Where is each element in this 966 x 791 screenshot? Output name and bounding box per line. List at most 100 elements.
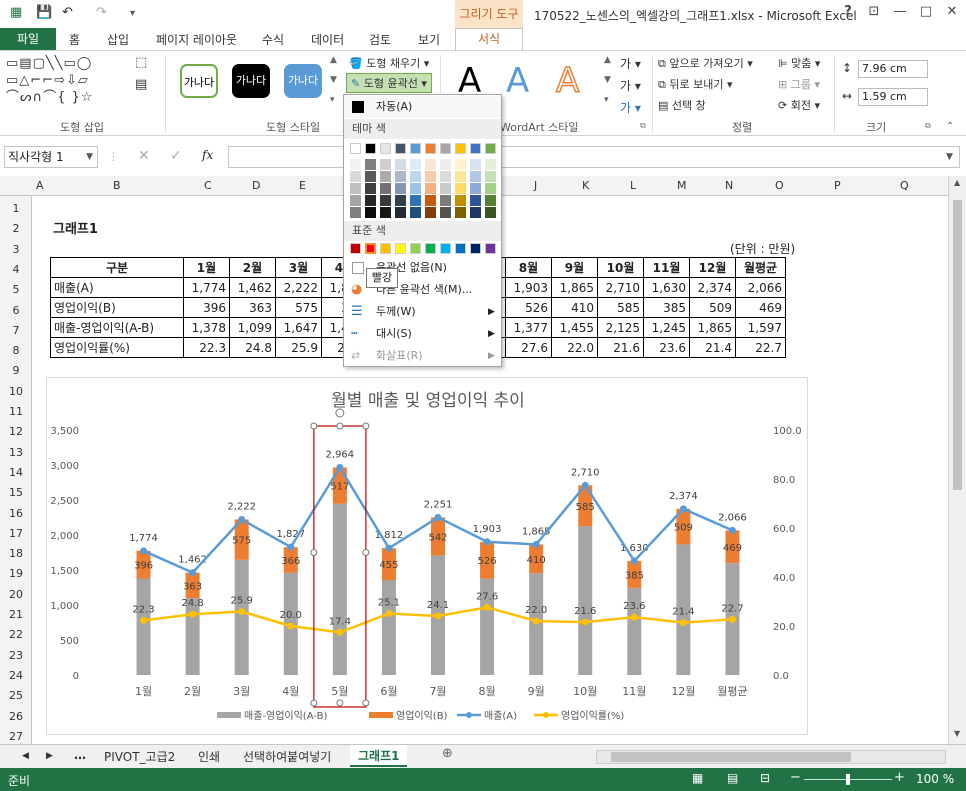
scroll-down-icon[interactable]: ▼ (954, 729, 960, 738)
help-button[interactable]: ? (838, 4, 858, 19)
dd-arrows[interactable]: ⇄ 화살표(R) ▶ (344, 345, 501, 367)
table-header-cell[interactable]: 10월 (597, 257, 644, 278)
table-header-cell[interactable]: 월평균 (735, 257, 786, 278)
height-field[interactable]: 7.96 cm (858, 60, 928, 78)
theme-color-swatch[interactable] (455, 171, 466, 182)
standard-color-swatch[interactable] (365, 243, 376, 254)
column-header-Q[interactable]: Q (900, 179, 909, 192)
theme-color-swatch[interactable] (365, 159, 376, 170)
add-sheet-icon[interactable]: ⊕ (442, 746, 453, 761)
sheet-tab-graph1[interactable]: 그래프1 (350, 745, 408, 767)
table-cell[interactable]: 469 (735, 297, 786, 318)
tab-view[interactable]: 보기 (418, 31, 440, 48)
redo-icon[interactable]: ↷ (96, 5, 107, 20)
column-header-D[interactable]: D (252, 179, 260, 192)
column-header-B[interactable]: B (113, 179, 121, 192)
table-cell[interactable]: 1,630 (643, 277, 690, 298)
row-header[interactable]: 12 (0, 425, 32, 438)
column-header-O[interactable]: O (775, 179, 784, 192)
standard-color-swatch[interactable] (380, 243, 391, 254)
formula-input[interactable] (228, 146, 960, 168)
row-header[interactable]: 13 (0, 446, 32, 459)
row-header[interactable]: 6 (0, 304, 32, 317)
normal-view-icon[interactable]: ▦ (692, 771, 703, 785)
theme-color-swatch[interactable] (470, 171, 481, 182)
theme-color-swatch[interactable] (380, 159, 391, 170)
theme-color-swatch[interactable] (350, 171, 361, 182)
row-header[interactable]: 2 (0, 222, 32, 235)
align-button[interactable]: ⊫ 맞춤 ▾ (778, 55, 820, 71)
wordart-style-3[interactable]: A (555, 60, 580, 102)
shape-style-2[interactable]: 가나다 (232, 64, 270, 98)
wordart-scroll-up-icon[interactable]: ▲ (604, 55, 611, 65)
gallery-scroll-up-icon[interactable]: ▲ (330, 55, 337, 65)
table-header-cell[interactable]: 11월 (643, 257, 690, 278)
theme-color-swatch[interactable] (425, 183, 436, 194)
tab-formulas[interactable]: 수식 (262, 31, 284, 48)
theme-color-swatch[interactable] (380, 183, 391, 194)
tab-home[interactable]: 홈 (69, 31, 80, 48)
table-cell[interactable]: 21.6 (597, 337, 644, 358)
theme-color-swatch[interactable] (365, 171, 376, 182)
gallery-more-icon[interactable]: ▾ (330, 95, 335, 105)
table-cell[interactable]: 24.8 (229, 337, 276, 358)
table-cell[interactable]: 2,066 (735, 277, 786, 298)
theme-color-swatch[interactable] (440, 183, 451, 194)
standard-color-swatch[interactable] (470, 243, 481, 254)
table-cell[interactable]: 1,455 (551, 317, 598, 338)
row-header[interactable]: 19 (0, 567, 32, 580)
table-cell[interactable]: 22.0 (551, 337, 598, 358)
row-header[interactable]: 17 (0, 527, 32, 540)
theme-color-swatch[interactable] (365, 195, 376, 206)
standard-color-swatch[interactable] (440, 243, 451, 254)
table-header-cell[interactable]: 구분 (50, 257, 184, 278)
tab-data[interactable]: 데이터 (311, 31, 344, 48)
standard-color-swatch[interactable] (350, 243, 361, 254)
table-cell[interactable]: 22.7 (735, 337, 786, 358)
table-cell[interactable]: 매출(A) (50, 277, 184, 298)
row-header[interactable]: 24 (0, 669, 32, 682)
theme-color-swatch[interactable] (455, 207, 466, 218)
shape-fill-button[interactable]: 🪣 도형 채우기 ▾ (349, 55, 429, 71)
column-header-M[interactable]: M (677, 179, 687, 192)
scroll-up-icon[interactable]: ▲ (954, 178, 960, 187)
theme-color-swatch[interactable] (380, 195, 391, 206)
row-header[interactable]: 5 (0, 283, 32, 296)
maximize-button[interactable]: □ (916, 4, 936, 19)
theme-color-swatch[interactable] (380, 143, 391, 154)
theme-color-swatch[interactable] (455, 159, 466, 170)
expand-formula-icon[interactable]: ▼ (946, 152, 953, 162)
vertical-scrollbar[interactable]: ▲ ▼ (948, 176, 966, 744)
shape-gallery[interactable]: ▭▤▢╲╲▭◯ ▭△⌐⌐⇨⇩▱ ⌒ᔕ∩⌒{ }☆ (6, 55, 131, 111)
row-header[interactable]: 11 (0, 405, 32, 418)
dd-dashes[interactable]: ┅ 대시(S) ▶ (344, 323, 501, 345)
theme-color-swatch[interactable] (455, 183, 466, 194)
minimize-button[interactable]: — (890, 4, 910, 19)
theme-color-swatch[interactable] (365, 143, 376, 154)
collapse-ribbon-icon[interactable]: ⌃ (946, 121, 954, 132)
standard-color-swatch[interactable] (395, 243, 406, 254)
sheet-tab-print[interactable]: 인쇄 (198, 748, 220, 765)
zoom-out-icon[interactable]: − (790, 770, 801, 785)
theme-color-swatch[interactable] (350, 159, 361, 170)
tab-scroll-right-icon[interactable]: ▶ (46, 751, 53, 761)
sheet-tab-pivot[interactable]: PIVOT_고급2 (104, 748, 175, 765)
table-cell[interactable]: 1,462 (229, 277, 276, 298)
theme-color-swatch[interactable] (440, 195, 451, 206)
column-header-C[interactable]: C (204, 179, 212, 192)
tab-page-layout[interactable]: 페이지 레이아웃 (156, 31, 237, 48)
row-header[interactable]: 10 (0, 385, 32, 398)
row-header[interactable]: 7 (0, 324, 32, 337)
row-header[interactable]: 8 (0, 344, 32, 357)
row-header[interactable]: 25 (0, 689, 32, 702)
table-cell[interactable]: 21.4 (689, 337, 736, 358)
theme-color-swatch[interactable] (380, 171, 391, 182)
table-cell[interactable]: 363 (229, 297, 276, 318)
selection-pane-button[interactable]: ▤ 선택 창 (658, 97, 706, 113)
theme-color-swatch[interactable] (425, 171, 436, 182)
column-header-P[interactable]: P (834, 179, 841, 192)
row-header[interactable]: 18 (0, 547, 32, 560)
table-header-cell[interactable]: 3월 (275, 257, 322, 278)
table-cell[interactable]: 영업이익률(%) (50, 337, 184, 358)
theme-color-swatch[interactable] (350, 143, 361, 154)
